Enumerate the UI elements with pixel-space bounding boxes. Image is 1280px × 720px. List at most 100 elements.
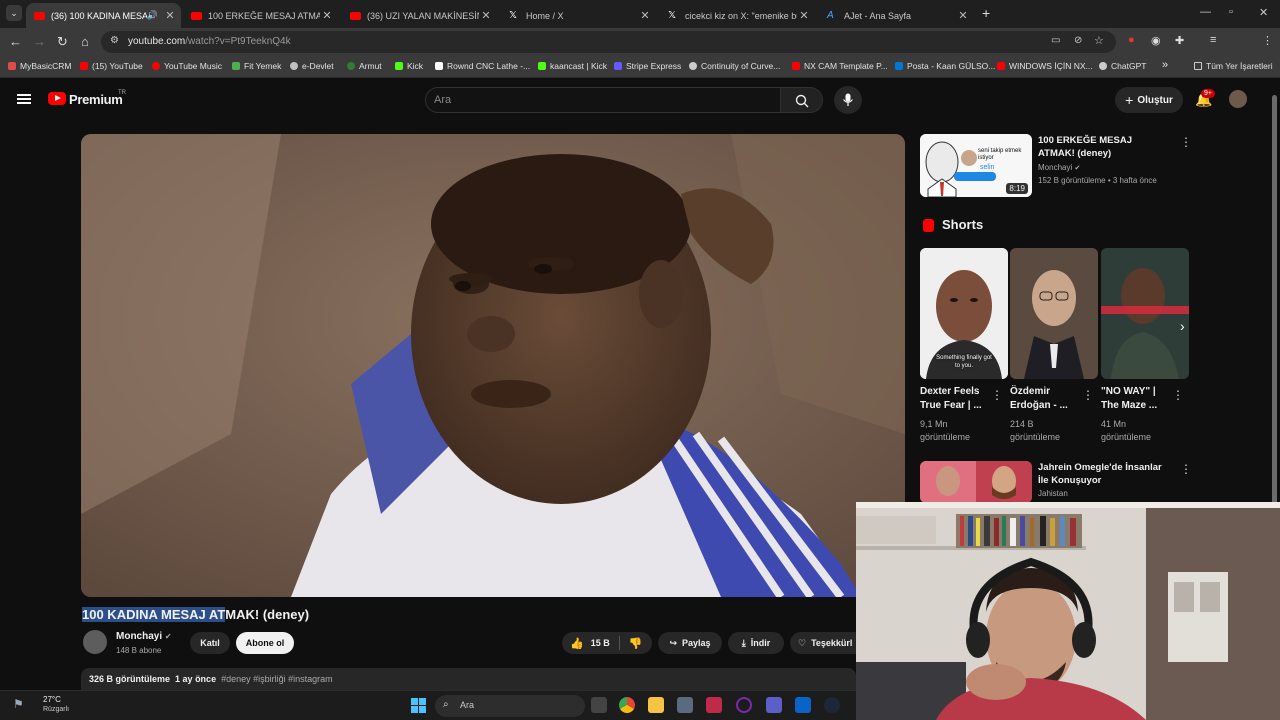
dislike-button[interactable]: 👎 bbox=[629, 637, 643, 650]
short-thumbnail[interactable] bbox=[1101, 248, 1189, 379]
bookmark-item[interactable]: Fit Yemek bbox=[232, 61, 281, 71]
calculator-icon[interactable] bbox=[677, 697, 693, 713]
recommended-thumbnail[interactable] bbox=[920, 461, 1032, 503]
bookmark-item[interactable]: Continuity of Curve... bbox=[689, 61, 780, 71]
short-title[interactable]: "NO WAY" | The Maze ... bbox=[1101, 385, 1167, 413]
join-button[interactable]: Katıl bbox=[190, 632, 230, 654]
share-button[interactable]: ↪ Paylaş bbox=[658, 632, 722, 654]
video-player[interactable] bbox=[81, 134, 905, 597]
bookmark-item[interactable]: e-Devlet bbox=[290, 61, 334, 71]
more-options-icon[interactable]: ⋮ bbox=[1180, 135, 1192, 149]
bookmark-item[interactable]: kaancast | Kick bbox=[538, 61, 607, 71]
download-button[interactable]: ⤓ İndir bbox=[728, 632, 784, 654]
subscribe-button[interactable]: Abone ol bbox=[236, 632, 294, 654]
recommended-title[interactable]: 100 ERKEĞE MESAJ ATMAK! (deney) bbox=[1038, 134, 1168, 160]
new-tab-button[interactable]: + bbox=[982, 5, 990, 21]
cast-icon[interactable]: ▭ bbox=[1051, 35, 1060, 46]
short-title[interactable]: Özdemir Erdoğan - ... bbox=[1010, 385, 1076, 413]
more-options-icon[interactable]: ⋮ bbox=[1082, 388, 1094, 402]
close-icon[interactable]: ✕ bbox=[797, 9, 811, 22]
youtube-brand[interactable]: Premium bbox=[69, 92, 123, 107]
tab-erkege[interactable]: 100 ERKEĞE MESAJ ATMAK! (de ✕ bbox=[183, 3, 338, 28]
tab-x-home[interactable]: 𝕏 Home / X ✕ bbox=[501, 3, 656, 28]
outlook-icon[interactable] bbox=[795, 697, 811, 713]
close-icon[interactable]: ✕ bbox=[479, 9, 493, 22]
tab-x-post[interactable]: 𝕏 cicekci kiz on X: "emenike bu n ✕ bbox=[660, 3, 815, 28]
bookmark-item[interactable]: ChatGPT bbox=[1099, 61, 1146, 71]
address-bar[interactable]: ⚙ youtube.com/watch?v=Pt9TeeknQ4k ▭ ⊘ ☆ bbox=[101, 31, 1116, 53]
site-info-icon[interactable]: ⚙ bbox=[110, 35, 119, 46]
tab-ajet[interactable]: A AJet - Ana Sayfa ✕ bbox=[819, 3, 974, 28]
back-icon[interactable]: ← bbox=[9, 34, 22, 49]
extension-icon[interactable]: ● bbox=[1128, 34, 1135, 46]
more-options-icon[interactable]: ⋮ bbox=[1180, 462, 1192, 476]
more-options-icon[interactable]: ⋮ bbox=[1172, 388, 1184, 402]
recommended-title[interactable]: Jahrein Omegle'de İnsanlar İle Konuşuyor bbox=[1038, 461, 1173, 487]
recommended-channel[interactable]: Monchayi ✔ bbox=[1038, 163, 1080, 172]
thanks-button[interactable]: ♡ Teşekkürl bbox=[790, 632, 856, 654]
short-thumbnail[interactable]: Something finally got to you. bbox=[920, 248, 1008, 379]
bookmark-item[interactable]: Stripe Express bbox=[614, 61, 681, 71]
bookmark-item[interactable]: Rownd CNC Lathe -... bbox=[435, 61, 530, 71]
bookmark-item[interactable]: Posta - Kaan GÜLSO... bbox=[895, 61, 995, 71]
hashtags[interactable]: #deney #işbirliği #instagram bbox=[221, 674, 333, 684]
task-view-icon[interactable] bbox=[591, 697, 607, 713]
home-icon[interactable]: ⌂ bbox=[81, 34, 89, 49]
bookmark-item[interactable]: Kick bbox=[395, 61, 423, 71]
tab-search-icon[interactable]: ⌄ bbox=[6, 5, 22, 21]
search-button[interactable] bbox=[781, 87, 823, 113]
bookmark-item[interactable]: (15) YouTube bbox=[80, 61, 143, 71]
channel-name[interactable]: Monchayi ✔ bbox=[116, 631, 172, 642]
bookmark-item[interactable]: Armut bbox=[347, 61, 382, 71]
hamburger-menu-icon[interactable] bbox=[17, 94, 31, 104]
page-scrollbar-thumb[interactable] bbox=[1272, 95, 1277, 535]
youtube-logo-icon[interactable] bbox=[48, 92, 66, 105]
voice-search-button[interactable] bbox=[834, 86, 862, 114]
forward-icon[interactable]: → bbox=[33, 34, 46, 49]
shorts-next-arrow-icon[interactable]: › bbox=[1180, 318, 1185, 334]
menu-icon[interactable]: ⋮ bbox=[1262, 34, 1273, 47]
url-text[interactable]: youtube.com/watch?v=Pt9TeeknQ4k bbox=[128, 36, 291, 47]
profile-sync-icon[interactable]: ◉ bbox=[1151, 34, 1161, 47]
close-icon[interactable]: ✕ bbox=[320, 9, 334, 22]
bookmark-item[interactable]: YouTube Music bbox=[152, 61, 222, 71]
bookmark-item[interactable]: NX CAM Template P... bbox=[792, 61, 888, 71]
reload-icon[interactable]: ↻ bbox=[57, 34, 68, 50]
teams-icon[interactable] bbox=[766, 697, 782, 713]
short-title[interactable]: Dexter Feels True Fear | ... bbox=[920, 385, 986, 413]
tab-active-video[interactable]: (36) 100 KADINA MESAJ AT 🔊 ✕ bbox=[26, 3, 181, 28]
weather-widget[interactable]: ⚑ 27°C Rüzgarlı bbox=[10, 691, 90, 720]
onenote-icon[interactable] bbox=[736, 697, 752, 713]
recommended-channel[interactable]: Jahistan bbox=[1038, 489, 1068, 498]
like-button[interactable]: 👍 15 B bbox=[562, 637, 610, 650]
snipping-tool-icon[interactable] bbox=[706, 697, 722, 713]
search-input[interactable]: Ara bbox=[425, 87, 781, 113]
restore-icon[interactable]: ▫ bbox=[1229, 6, 1233, 18]
minimize-icon[interactable]: — bbox=[1200, 6, 1211, 18]
close-icon[interactable]: ✕ bbox=[638, 9, 652, 22]
recommended-thumbnail[interactable]: seni takip etmek istiyor selin 8:19 bbox=[920, 134, 1032, 197]
all-bookmarks[interactable]: Tüm Yer İşaretleri bbox=[1194, 61, 1273, 71]
close-window-icon[interactable]: ✕ bbox=[1259, 6, 1268, 19]
tab-uzi[interactable]: (36) UZI YALAN MAKİNESİNDE! ✕ bbox=[342, 3, 497, 28]
bookmarks-more[interactable]: » bbox=[1162, 59, 1168, 71]
create-button[interactable]: + Oluştur bbox=[1115, 87, 1183, 113]
account-avatar[interactable] bbox=[1229, 90, 1247, 108]
more-options-icon[interactable]: ⋮ bbox=[991, 388, 1003, 402]
taskbar-search[interactable]: ⌕ Ara bbox=[435, 695, 585, 717]
puzzle-icon[interactable]: ✚ bbox=[1175, 34, 1184, 47]
bookmark-item[interactable]: WINDOWS İÇİN NX... bbox=[997, 61, 1093, 71]
windows-start-icon[interactable] bbox=[411, 698, 426, 713]
chrome-icon[interactable] bbox=[619, 697, 635, 713]
file-explorer-icon[interactable] bbox=[648, 697, 664, 713]
reading-list-icon[interactable]: ≡ bbox=[1210, 34, 1216, 46]
eye-off-icon[interactable]: ⊘ bbox=[1074, 35, 1082, 46]
channel-avatar[interactable] bbox=[83, 630, 107, 654]
short-thumbnail[interactable] bbox=[1010, 248, 1098, 379]
close-icon[interactable]: ✕ bbox=[956, 9, 970, 22]
close-icon[interactable]: ✕ bbox=[163, 9, 177, 22]
speaker-icon[interactable]: 🔊 bbox=[147, 10, 158, 21]
bookmark-item[interactable]: MyBasicCRM bbox=[8, 61, 71, 71]
steam-icon[interactable] bbox=[824, 697, 840, 713]
star-icon[interactable]: ☆ bbox=[1094, 34, 1104, 47]
